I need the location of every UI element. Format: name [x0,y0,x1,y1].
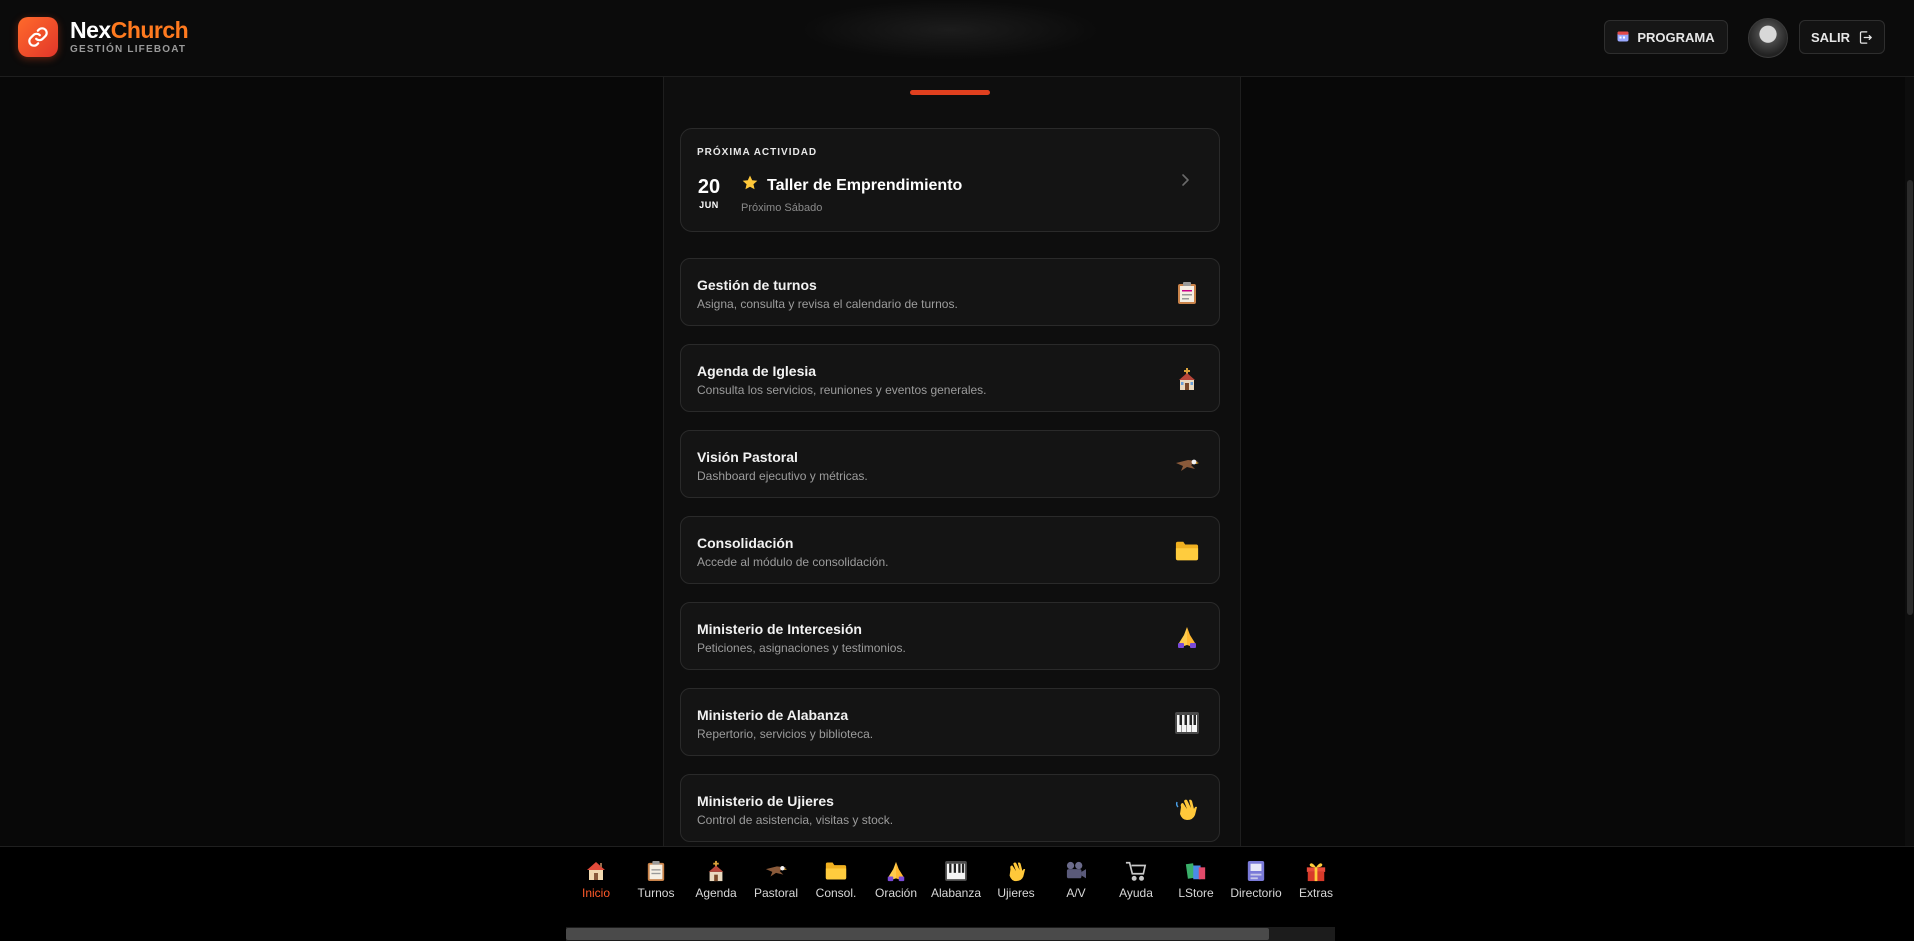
module-card-consolidacion[interactable]: Consolidación Accede al módulo de consol… [680,516,1220,584]
activity-title-text: Taller de Emprendimiento [767,176,963,194]
star-icon [741,174,759,197]
gift-icon [1304,859,1328,883]
activity-date: 20 JUN [695,177,723,210]
folder-icon [824,859,848,883]
brand-name-part1: Nex [70,17,111,43]
nav-item-lstore[interactable]: LStore [1166,859,1226,900]
nav-label: Ujieres [997,886,1035,900]
module-card-gestion-turnos[interactable]: Gestión de turnos Asigna, consulta y rev… [680,258,1220,326]
nav-item-inicio[interactable]: Inicio [566,859,626,900]
nav-label: Alabanza [930,886,982,900]
module-desc: Repertorio, servicios y biblioteca. [697,727,874,741]
nav-item-ujieres[interactable]: Ujieres [986,859,1046,900]
nav-label: Pastoral [753,886,799,900]
programa-label: PROGRAMA [1637,29,1715,45]
nav-label: Agenda [695,886,737,900]
bottom-nav-items: Inicio Turnos Agenda Pastoral Consol. Or… [566,859,1346,900]
nav-label: A/V [1066,886,1086,900]
salir-button[interactable]: SALIR [1799,20,1885,54]
brand[interactable]: NexChurch GESTIÓN LIFEBOAT [18,17,189,57]
nav-item-turnos[interactable]: Turnos [626,859,686,900]
praying-hands-icon [1175,625,1199,649]
module-title: Agenda de Iglesia [697,363,817,379]
nav-label: Oración [874,886,918,900]
nav-item-alabanza[interactable]: Alabanza [926,859,986,900]
nav-label: Ayuda [1119,886,1153,900]
horizontal-scrollbar-thumb[interactable] [566,928,1269,940]
activity-month: JUN [699,200,719,210]
module-title: Ministerio de Ujieres [697,793,834,809]
brand-subtitle: GESTIÓN LIFEBOAT [70,44,187,55]
module-title: Ministerio de Alabanza [697,707,849,723]
module-title: Consolidación [697,535,794,551]
nav-label: LStore [1178,886,1214,900]
accent-divider [910,90,990,95]
module-card-intercesion[interactable]: Ministerio de Intercesión Peticiones, as… [680,602,1220,670]
nav-label: Extras [1298,886,1333,900]
piano-icon [1175,711,1199,735]
waving-hand-icon [1004,859,1028,883]
video-camera-icon [1064,859,1088,883]
module-desc: Control de asistencia, visitas y stock. [697,813,894,827]
waving-hand-icon [1175,797,1199,821]
nav-item-oracion[interactable]: Oración [866,859,926,900]
nav-label: Directorio [1230,886,1282,900]
clipboard-icon [1175,281,1199,305]
eagle-icon [764,859,788,883]
church-icon [704,859,728,883]
top-header: NexChurch GESTIÓN LIFEBOAT PROGRAMA SALI… [0,0,1914,77]
activity-subtitle: Próximo Sábado [741,202,823,214]
header-faded-area [800,0,1100,60]
next-activity-card[interactable]: PRÓXIMA ACTIVIDAD 20 JUN Taller de Empre… [680,128,1220,232]
module-title: Gestión de turnos [697,277,817,293]
nav-item-extras[interactable]: Extras [1286,859,1346,900]
module-desc: Asigna, consulta y revisa el calendario … [697,297,958,311]
house-icon [584,859,608,883]
clipboard-icon [644,859,668,883]
module-desc: Consulta los servicios, reuniones y even… [697,383,987,397]
calendar-icon [1617,30,1629,45]
module-card-ujieres[interactable]: Ministerio de Ujieres Control de asisten… [680,774,1220,842]
chevron-right-icon [1179,173,1191,192]
avatar[interactable] [1748,18,1788,58]
nav-item-agenda[interactable]: Agenda [686,859,746,900]
nav-label: Inicio [581,886,610,900]
folder-icon [1175,539,1199,563]
nav-item-ayuda[interactable]: Ayuda [1106,859,1166,900]
salir-label: SALIR [1811,29,1850,45]
piano-icon [944,859,968,883]
brand-name-part2: Church [110,17,189,43]
praying-hands-icon [884,859,908,883]
address-book-icon [1244,859,1268,883]
nav-label: Turnos [637,886,675,900]
link-icon [18,17,58,57]
programa-button[interactable]: PROGRAMA [1604,20,1728,54]
module-card-vision-pastoral[interactable]: Visión Pastoral Dashboard ejecutivo y mé… [680,430,1220,498]
app-page: NexChurch GESTIÓN LIFEBOAT PROGRAMA SALI… [0,0,1914,941]
books-icon [1184,859,1208,883]
next-activity-label: PRÓXIMA ACTIVIDAD [697,147,818,158]
logout-icon [1859,30,1872,44]
nav-label: Consol. [815,886,857,900]
module-desc: Peticiones, asignaciones y testimonios. [697,641,906,655]
church-icon [1175,367,1199,391]
nav-item-av[interactable]: A/V [1046,859,1106,900]
cart-icon [1124,859,1148,883]
module-desc: Dashboard ejecutivo y métricas. [697,469,868,483]
vertical-scrollbar-thumb[interactable] [1907,180,1913,615]
activity-title: Taller de Emprendimiento [741,174,962,197]
module-desc: Accede al módulo de consolidación. [697,555,889,569]
nav-item-consol[interactable]: Consol. [806,859,866,900]
module-card-agenda-iglesia[interactable]: Agenda de Iglesia Consulta los servicios… [680,344,1220,412]
nav-item-pastoral[interactable]: Pastoral [746,859,806,900]
brand-name: NexChurch [70,17,189,43]
nav-item-directorio[interactable]: Directorio [1226,859,1286,900]
module-card-alabanza[interactable]: Ministerio de Alabanza Repertorio, servi… [680,688,1220,756]
module-title: Visión Pastoral [697,449,798,465]
eagle-icon [1175,453,1199,477]
activity-day: 20 [697,176,721,198]
module-title: Ministerio de Intercesión [697,621,862,637]
